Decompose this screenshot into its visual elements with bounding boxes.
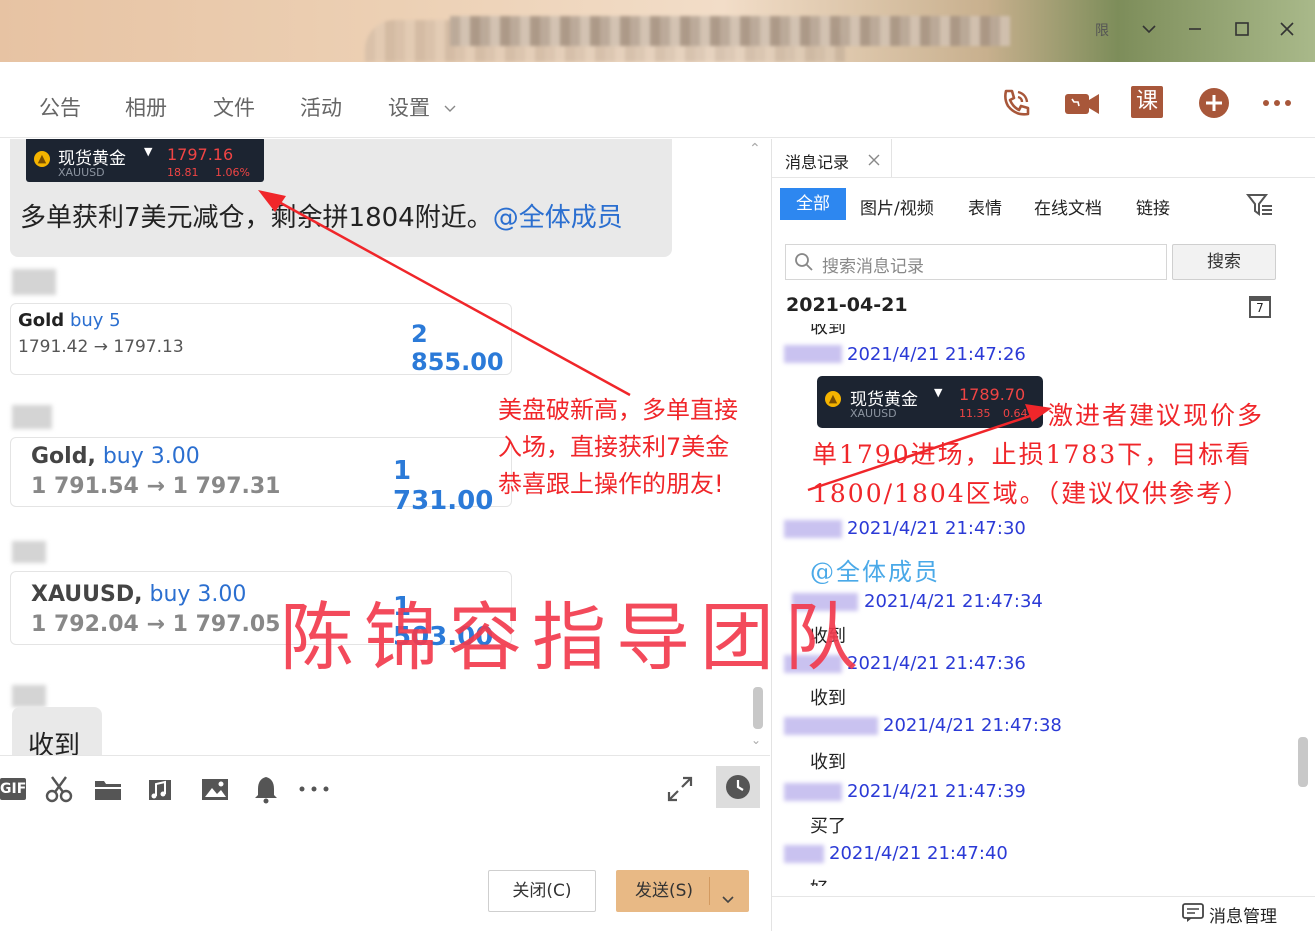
watermark-text: 陈锦容指导团队 bbox=[280, 595, 868, 681]
annotation-line: 入场，直接获利7美金 bbox=[498, 433, 730, 461]
annotation-line: 激进者建议现价多 bbox=[1048, 401, 1265, 430]
annotation-line: 美盘破新高，多单直接 bbox=[498, 396, 738, 424]
arrow-head bbox=[258, 190, 286, 212]
annotation-line: 1800/1804区域。（建议仅供参考） bbox=[812, 479, 1251, 508]
annotation-line: 恭喜跟上操作的朋友! bbox=[498, 470, 724, 498]
annotation-left: 美盘破新高，多单直接 入场，直接获利7美金 恭喜跟上操作的朋友! bbox=[498, 392, 738, 503]
annotation-line: 单1790进场，止损1783下，目标看 bbox=[812, 440, 1253, 469]
annotation-arrow-left bbox=[267, 194, 631, 397]
annotation-right: 激进者建议现价多 单1790进场，止损1783下，目标看 1800/1804区域… bbox=[812, 396, 1264, 513]
